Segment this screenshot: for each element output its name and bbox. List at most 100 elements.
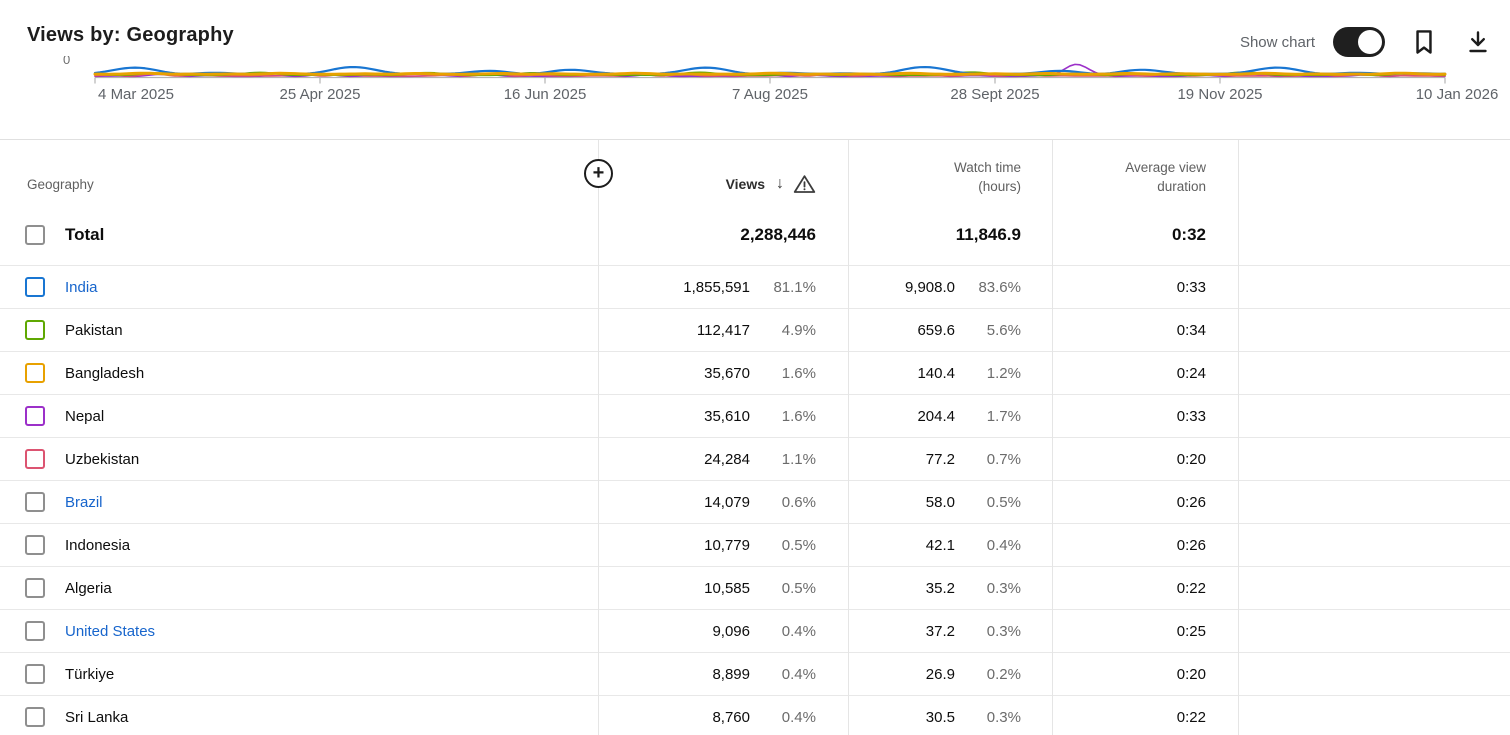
column-divider [598, 140, 599, 735]
table-row[interactable]: India 1,855,591 81.1% 9,908.0 83.6% 0:33 [0, 265, 1510, 308]
row-checkbox[interactable] [25, 449, 45, 469]
column-divider [1052, 140, 1053, 735]
plus-icon: + [592, 161, 605, 184]
row-checkbox[interactable] [25, 621, 45, 641]
avg-duration-column-header[interactable]: Average view duration [1052, 158, 1238, 205]
watch-time-percent: 5.6% [986, 321, 1021, 339]
watch-time-value: 659.6 [917, 321, 955, 339]
avg-duration-value: 0:26 [1176, 493, 1206, 511]
watch-time-value: 30.5 [925, 708, 955, 726]
row-checkbox[interactable] [25, 406, 45, 426]
watch-time-percent: 0.4% [986, 536, 1021, 554]
bookmark-icon [1411, 28, 1437, 56]
table-row[interactable]: Indonesia 10,779 0.5% 42.1 0.4% 0:26 [0, 523, 1510, 566]
total-avg-duration-value: 0:32 [1171, 225, 1206, 244]
views-percent: 0.4% [781, 665, 816, 683]
views-value: 1,855,591 [683, 278, 750, 296]
row-checkbox[interactable] [25, 707, 45, 727]
watch-time-percent: 0.3% [986, 622, 1021, 640]
table-row[interactable]: Sri Lanka 8,760 0.4% 30.5 0.3% 0:22 [0, 695, 1510, 735]
watch-time-value: 26.9 [925, 665, 955, 683]
views-percent: 4.9% [781, 321, 816, 339]
watch-time-value: 58.0 [925, 493, 955, 511]
watch-time-percent: 83.6% [978, 278, 1021, 296]
watch-time-value: 140.4 [917, 364, 955, 382]
views-value: 9,096 [712, 622, 750, 640]
geography-label: Sri Lanka [65, 708, 129, 726]
views-value: 35,670 [704, 364, 750, 382]
table-row[interactable]: Pakistan 112,417 4.9% 659.6 5.6% 0:34 [0, 308, 1510, 351]
save-report-button[interactable] [1409, 27, 1439, 57]
avg-duration-value: 0:22 [1176, 708, 1206, 726]
views-value: 8,899 [712, 665, 750, 683]
geography-label: Uzbekistan [65, 450, 140, 468]
table-row[interactable]: Nepal 35,610 1.6% 204.4 1.7% 0:33 [0, 394, 1510, 437]
table-row[interactable]: Türkiye 8,899 0.4% 26.9 0.2% 0:20 [0, 652, 1510, 695]
total-views-value: 2,288,446 [740, 225, 816, 244]
row-checkbox[interactable] [25, 363, 45, 383]
download-icon [1465, 29, 1491, 55]
show-chart-toggle[interactable] [1333, 27, 1385, 57]
column-divider [1238, 140, 1239, 735]
total-row: Total 2,288,446 11,846.9 0:32 [0, 205, 1510, 265]
y-axis-zero-label: 0 [63, 56, 71, 67]
geography-link[interactable]: Brazil [65, 494, 103, 511]
row-checkbox[interactable] [25, 535, 45, 555]
download-button[interactable] [1463, 27, 1493, 57]
watch-time-percent: 0.3% [986, 579, 1021, 597]
avg-duration-value: 0:34 [1176, 321, 1206, 339]
watch-time-percent: 0.3% [986, 708, 1021, 726]
show-chart-label: Show chart [1239, 33, 1315, 51]
total-label: Total [65, 225, 105, 244]
total-checkbox[interactable] [25, 225, 45, 245]
views-percent: 0.5% [781, 536, 816, 554]
avg-duration-value: 0:20 [1176, 665, 1206, 683]
table-row[interactable]: United States 9,096 0.4% 37.2 0.3% 0:25 [0, 609, 1510, 652]
row-checkbox[interactable] [25, 320, 45, 340]
row-checkbox[interactable] [25, 277, 45, 297]
geography-link[interactable]: United States [65, 623, 155, 640]
geography-label: Bangladesh [65, 364, 145, 382]
table-body: India 1,855,591 81.1% 9,908.0 83.6% 0:33… [0, 265, 1510, 735]
geography-label: Türkiye [65, 665, 115, 683]
watch-time-value: 9,908.0 [904, 278, 955, 296]
warning-icon[interactable] [793, 174, 816, 194]
x-axis-tick-label: 10 Jan 2026 [1415, 86, 1499, 103]
geography-line-chart[interactable]: 0 4 Mar 2025 25 Apr 2025 16 Jun 2025 7 Aug … [0, 0, 1510, 140]
geography-column-header: Geography [27, 177, 94, 192]
views-value: 35,610 [704, 407, 750, 425]
watch-time-percent: 0.2% [986, 665, 1021, 683]
header-controls: Show chart [1240, 27, 1493, 57]
total-watch-value: 11,846.9 [955, 225, 1021, 244]
views-percent: 0.4% [781, 622, 816, 640]
avg-duration-value: 0:22 [1176, 579, 1206, 597]
add-metric-button[interactable]: + [584, 159, 613, 188]
views-percent: 0.6% [781, 493, 816, 511]
views-percent: 1.6% [781, 364, 816, 382]
watch-time-value: 42.1 [925, 536, 955, 554]
row-checkbox[interactable] [25, 492, 45, 512]
views-value: 10,779 [704, 536, 750, 554]
watch-time-percent: 0.5% [986, 493, 1021, 511]
table-row[interactable]: Uzbekistan 24,284 1.1% 77.2 0.7% 0:20 [0, 437, 1510, 480]
watch-time-percent: 0.7% [986, 450, 1021, 468]
views-value: 112,417 [696, 321, 750, 339]
watch-time-value: 77.2 [925, 450, 955, 468]
row-checkbox[interactable] [25, 664, 45, 684]
views-value: 14,079 [704, 493, 750, 511]
views-column-header[interactable]: Views ↓ [598, 174, 848, 205]
table-row[interactable]: Bangladesh 35,670 1.6% 140.4 1.2% 0:24 [0, 351, 1510, 394]
table-row[interactable]: Brazil 14,079 0.6% 58.0 0.5% 0:26 [0, 480, 1510, 523]
geography-link[interactable]: India [65, 279, 98, 296]
views-header-label: Views [725, 176, 765, 192]
watch-time-value: 35.2 [925, 579, 955, 597]
avg-duration-value: 0:33 [1176, 278, 1206, 296]
x-axis-tick-label: 7 Aug 2025 [732, 86, 808, 103]
row-checkbox[interactable] [25, 578, 45, 598]
avg-duration-value: 0:25 [1176, 622, 1206, 640]
views-value: 8,760 [712, 708, 750, 726]
table-row[interactable]: Algeria 10,585 0.5% 35.2 0.3% 0:22 [0, 566, 1510, 609]
geography-label: Algeria [65, 579, 112, 597]
avg-duration-value: 0:20 [1176, 450, 1206, 468]
watch-time-column-header[interactable]: Watch time (hours) [848, 158, 1052, 205]
